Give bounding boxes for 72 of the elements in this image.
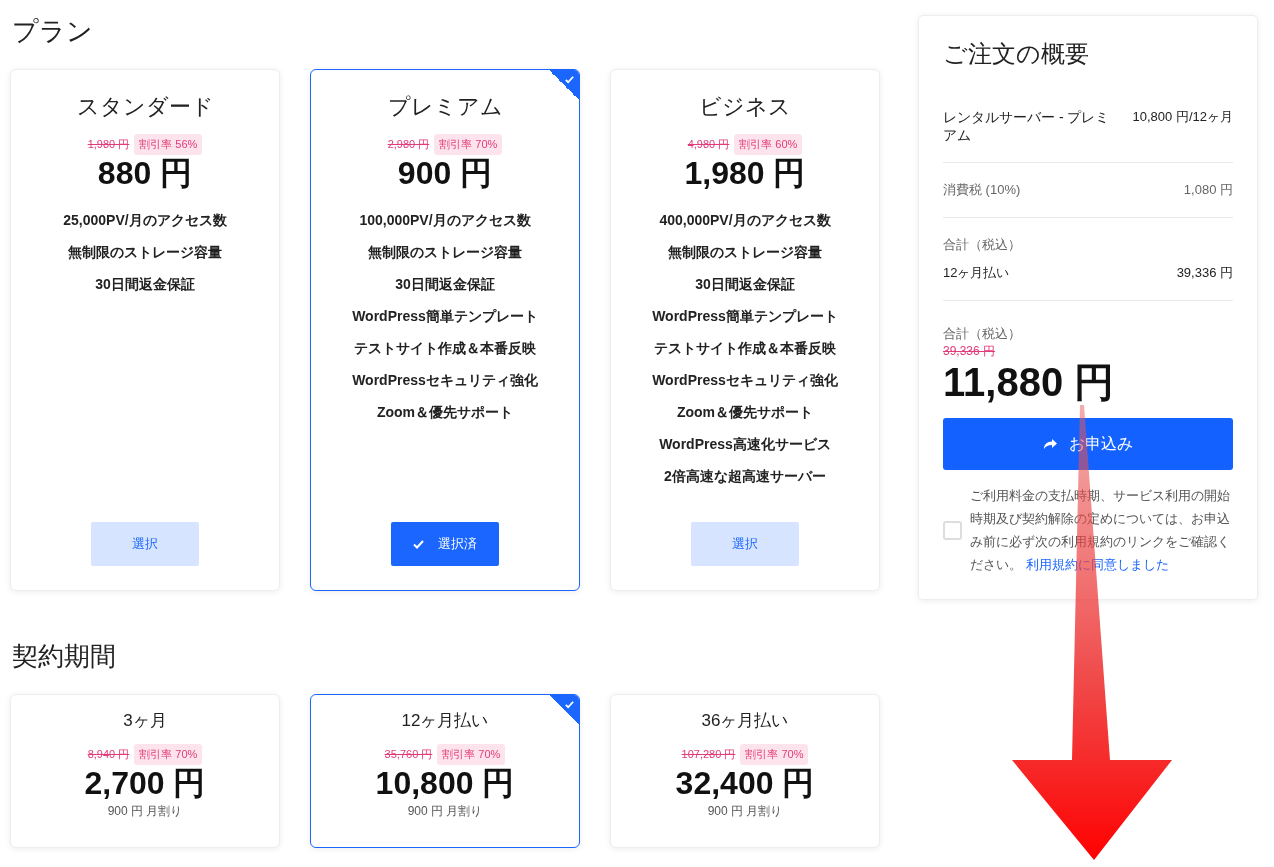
feature-text: WordPress高速化サービス xyxy=(659,435,831,453)
feature-text: 30日間返金保証 xyxy=(695,275,795,293)
discount-tag: 割引率 60% xyxy=(734,134,803,155)
feature-text: 無制限のストレージ容量 xyxy=(68,243,222,261)
feature-text: 25,000PV/月のアクセス数 xyxy=(63,211,227,229)
select-button[interactable]: 選択済 xyxy=(391,522,499,566)
grand-total: 11,880 円 xyxy=(943,360,1116,404)
plan-price: 900 円 xyxy=(397,157,493,189)
feature-text: 無制限のストレージ容量 xyxy=(668,243,822,261)
period-name: 12ヶ月払い xyxy=(401,710,489,732)
period-price: 2,700 円 xyxy=(84,767,206,799)
summary-title: ご注文の概要 xyxy=(943,39,1090,69)
original-price: 1,980 円 xyxy=(87,137,130,152)
payment-label: 12ヶ月払い xyxy=(943,264,1010,282)
period-card[interactable]: 36ヶ月払い 107,280 円 割引率 70% 32,400 円 900 円 月割り xyxy=(610,694,880,848)
item-price: 10,800 円/12ヶ月 xyxy=(1132,108,1233,126)
feature-text: 30日間返金保証 xyxy=(395,275,495,293)
plan-price: 1,980 円 xyxy=(684,157,806,189)
feature-text: テストサイト作成＆本番反映 xyxy=(654,339,836,357)
discount-tag: 割引率 70% xyxy=(437,744,506,765)
original-total: 39,336 円 xyxy=(943,343,997,360)
feature-text: Zoom＆優先サポート xyxy=(376,403,514,421)
plan-name: ビジネス xyxy=(699,93,791,121)
plan-name: スタンダード xyxy=(76,93,214,121)
feature-text: Zoom＆優先サポート xyxy=(676,403,814,421)
select-button[interactable]: 選択 xyxy=(91,522,199,566)
tax-value: 1,080 円 xyxy=(1183,181,1233,199)
feature-text: WordPress簡単テンプレート xyxy=(652,307,838,325)
section-title: 契約期間 xyxy=(12,640,117,673)
item-name: レンタルサーバー - プレミアム xyxy=(943,108,1111,144)
feature-text: 2倍高速な超高速サーバー xyxy=(664,467,826,485)
discount-tag: 割引率 56% xyxy=(134,134,203,155)
discount-tag: 割引率 70% xyxy=(434,134,503,155)
period-price: 32,400 円 xyxy=(675,767,815,799)
plan-card[interactable]: スタンダード 1,980 円 割引率 56% 880 円 25,000PV/月のアクセス数 無制限のストレージ容量 30日間返金保証 選択 xyxy=(10,69,280,591)
original-price: 35,760 円 xyxy=(384,747,433,762)
monthly-price: 900 円 月割り xyxy=(407,803,483,820)
feature-text: テストサイト作成＆本番反映 xyxy=(354,339,536,357)
period-card[interactable]: 12ヶ月払い 35,760 円 割引率 70% 10,800 円 900 円 月割り xyxy=(310,694,580,848)
monthly-price: 900 円 月割り xyxy=(707,803,783,820)
period-card[interactable]: 3ヶ月 8,940 円 割引率 70% 2,700 円 900 円 月割り xyxy=(10,694,280,848)
payment-value: 39,336 円 xyxy=(1176,264,1233,282)
period-price: 10,800 円 xyxy=(375,767,515,799)
plan-price: 880 円 xyxy=(97,157,193,189)
discount-tag: 割引率 70% xyxy=(134,744,203,765)
feature-text: WordPressセキュリティ強化 xyxy=(652,371,838,389)
original-price: 107,280 円 xyxy=(681,747,736,762)
total-label: 合計（税込） xyxy=(943,325,1022,343)
feature-text: WordPress簡単テンプレート xyxy=(352,307,538,325)
plan-card[interactable]: プレミアム 2,980 円 割引率 70% 900 円 100,000PV/月のアクセス数 無制限のストレージ容量 30日間返金保証 WordPress簡単テンプレート テストサイト作成＆本番反映 WordPressセキュリティ強化 Zoom＆優先サポート 選択済 xyxy=(310,69,580,591)
share-arrow-icon xyxy=(1043,438,1057,450)
original-price: 2,980 円 xyxy=(387,137,430,152)
tax-label: 消費税 (10%) xyxy=(943,181,1021,199)
feature-text: 無制限のストレージ容量 xyxy=(368,243,522,261)
plan-card[interactable]: ビジネス 4,980 円 割引率 60% 1,980 円 400,000PV/月のアクセス数 無制限のストレージ容量 30日間返金保証 WordPress簡単テンプレート テストサイト作成＆本番反映 WordPressセキュリティ強化 Zoom＆優先サポート WordPress高速化サービス 2倍高速な超高速サーバー 選択 xyxy=(610,69,880,591)
agree-checkbox[interactable] xyxy=(943,520,962,540)
feature-text: 100,000PV/月のアクセス数 xyxy=(359,211,531,229)
check-icon xyxy=(413,539,424,549)
section-title: プラン xyxy=(12,15,94,48)
select-button[interactable]: 選択 xyxy=(691,522,799,566)
original-price: 8,940 円 xyxy=(87,747,130,762)
feature-text: 400,000PV/月のアクセス数 xyxy=(659,211,831,229)
plan-name: プレミアム xyxy=(387,93,503,121)
period-name: 3ヶ月 xyxy=(123,710,167,732)
monthly-price: 900 円 月割り xyxy=(107,803,183,820)
total-label: 合計（税込） xyxy=(943,236,1022,254)
original-price: 4,980 円 xyxy=(687,137,730,152)
feature-text: WordPressセキュリティ強化 xyxy=(352,371,538,389)
apply-button[interactable]: お申込み xyxy=(943,418,1233,470)
period-name: 36ヶ月払い xyxy=(701,710,789,732)
discount-tag: 割引率 70% xyxy=(740,744,809,765)
feature-text: 30日間返金保証 xyxy=(95,275,195,293)
